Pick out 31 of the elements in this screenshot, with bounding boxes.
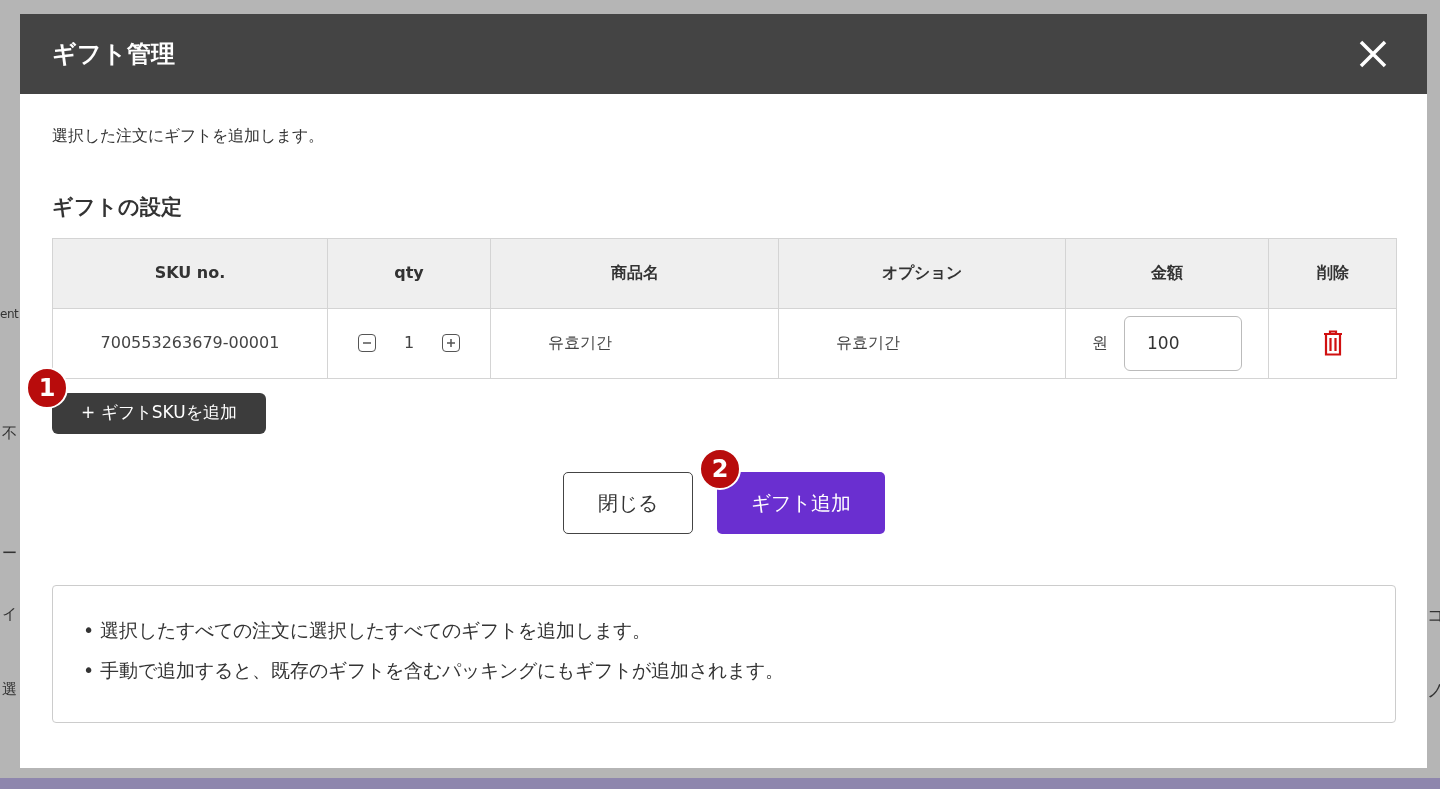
close-icon[interactable] <box>1359 40 1387 68</box>
quantity-value: 1 <box>403 332 415 354</box>
note-text: • 選択したすべての注文に選択したすべてのギフトを追加します。 <box>83 617 653 643</box>
background-text: 選 <box>2 679 17 700</box>
plus-icon <box>446 338 457 348</box>
amount-field[interactable]: 100 <box>1124 315 1242 371</box>
background-text: ent <box>0 306 19 323</box>
column-header: SKU no. <box>52 238 328 308</box>
column-header: 削除 <box>1268 238 1397 308</box>
section-title: ギフトの設定 <box>52 194 183 221</box>
table-cell: 유효기간 <box>778 308 1066 378</box>
trash-icon[interactable] <box>1321 330 1344 356</box>
column-header: 商品名 <box>490 238 779 308</box>
plus-button[interactable] <box>442 334 461 352</box>
currency-label: 원 <box>1092 332 1108 354</box>
dialog-title: ギフト管理 <box>52 39 175 69</box>
background-text: イ <box>2 604 17 625</box>
close-button[interactable]: 閉じる <box>563 471 693 534</box>
minus-button[interactable] <box>357 334 376 352</box>
description-text: 選択した注文にギフトを追加します。 <box>52 125 325 147</box>
note-text: • 手動で追加すると、既存のギフトを含むパッキングにもギフトが追加されます。 <box>83 658 786 683</box>
callout-badge: 2 <box>699 447 741 490</box>
background-text: 不 <box>2 423 17 444</box>
table-cell: 유효기간 <box>490 308 779 378</box>
column-header: 金額 <box>1065 238 1269 308</box>
background-text: コ <box>1427 604 1440 627</box>
callout-badge: 1 <box>26 366 68 409</box>
background-text: ー <box>2 543 17 564</box>
column-header: オプション <box>778 238 1066 308</box>
background-text: ノ <box>1427 679 1440 702</box>
column-header: qty <box>327 238 491 308</box>
